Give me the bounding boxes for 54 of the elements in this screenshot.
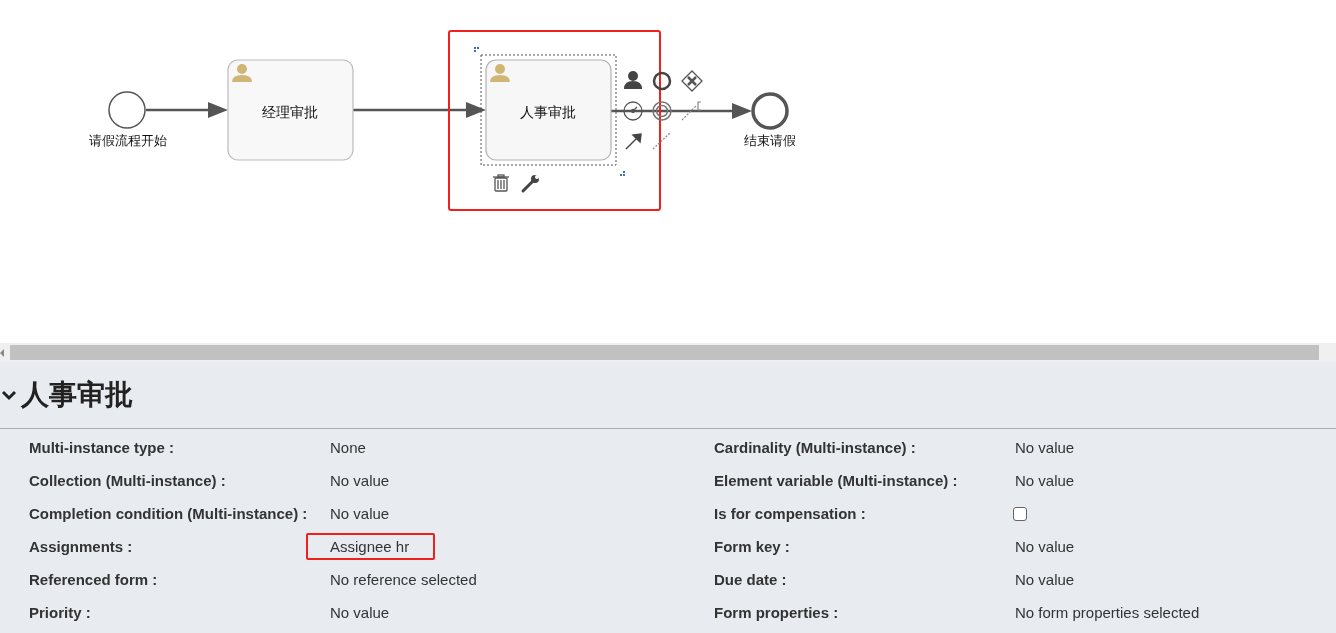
property-value[interactable]: No form properties selected	[991, 599, 1226, 626]
person-icon	[232, 64, 252, 82]
property-value[interactable]: No value	[991, 566, 1101, 593]
person-icon	[490, 64, 510, 82]
property-label: Assignments :	[28, 538, 134, 555]
task[interactable]: 人事审批	[448, 30, 703, 211]
property-value[interactable]: No value	[991, 533, 1101, 560]
intermediate-event-icon[interactable]	[652, 101, 672, 121]
checkbox[interactable]	[1013, 506, 1027, 521]
sequence-flow[interactable]	[353, 102, 486, 118]
sequence-flow[interactable]	[611, 103, 752, 119]
horizontal-scrollbar[interactable]	[0, 343, 1336, 362]
panel-title: 人事审批	[21, 377, 133, 413]
property-value[interactable]: Assignee hr	[306, 533, 436, 560]
task-label: 经理审批	[262, 104, 318, 120]
property-label: Form properties :	[713, 604, 840, 621]
chevron-down-icon[interactable]	[1, 389, 17, 401]
property-label: Collection (Multi-instance) :	[28, 472, 227, 489]
gateway-icon[interactable]	[681, 70, 703, 92]
sequence-flow[interactable]	[146, 102, 228, 118]
property-label: Completion condition (Multi-instance) :	[28, 505, 309, 522]
property-label: Is for compensation :	[713, 505, 867, 522]
start-event-label: 请假流程开始	[89, 133, 167, 148]
wrench-icon[interactable]	[521, 175, 539, 193]
property-label: Form key :	[713, 538, 791, 555]
property-label: Due date :	[713, 571, 788, 588]
task-label: 人事审批	[520, 104, 576, 120]
delete-icon[interactable]	[492, 174, 510, 192]
property-value[interactable]: No reference selected	[306, 566, 503, 593]
end-event[interactable]	[751, 92, 789, 130]
arrow-icon[interactable]	[625, 133, 642, 150]
resize-handle-icon[interactable]	[620, 171, 625, 176]
start-event[interactable]	[108, 91, 146, 129]
association-icon[interactable]	[652, 131, 672, 150]
property-label: Priority :	[28, 604, 92, 621]
property-label: Referenced form :	[28, 571, 159, 588]
property-value[interactable]: No value	[306, 500, 416, 527]
timer-icon[interactable]	[623, 101, 643, 121]
property-label: Element variable (Multi-instance) :	[713, 472, 959, 489]
property-value[interactable]: No value	[991, 434, 1101, 461]
property-value[interactable]: No value	[306, 467, 416, 494]
person-icon[interactable]	[624, 71, 642, 89]
property-value[interactable]: None	[306, 434, 392, 461]
property-value[interactable]: No value	[991, 467, 1101, 494]
resize-handle-icon[interactable]	[474, 47, 479, 52]
property-label: Multi-instance type :	[28, 439, 175, 456]
end-event-icon[interactable]	[652, 71, 672, 91]
scroll-left-icon[interactable]	[0, 348, 4, 357]
annotation-icon[interactable]	[681, 101, 702, 121]
task[interactable]: 经理审批	[227, 59, 354, 161]
scrollbar-thumb[interactable]	[10, 345, 1319, 360]
property-value[interactable]: No value	[306, 599, 416, 626]
property-label: Cardinality (Multi-instance) :	[713, 439, 917, 456]
end-event-label: 结束请假	[744, 133, 796, 148]
